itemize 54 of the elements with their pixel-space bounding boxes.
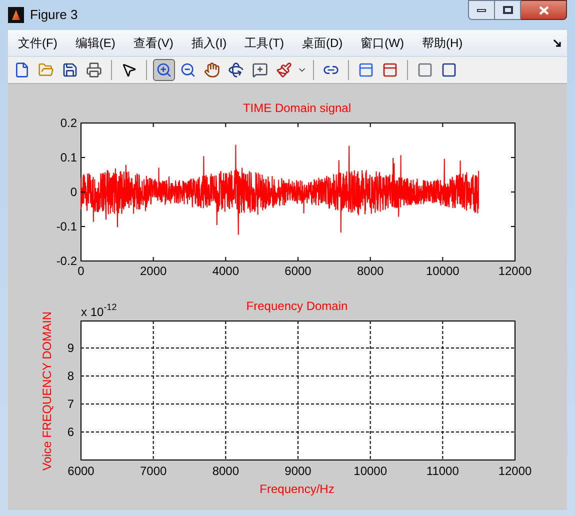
save-icon	[62, 62, 78, 78]
axis-tick-label: 2000	[140, 264, 167, 278]
axis-tick-label: 0.1	[60, 150, 77, 164]
close-icon	[538, 6, 548, 14]
square-icon	[417, 62, 433, 78]
axis-tick-label: 6	[67, 425, 74, 439]
menu-item[interactable]: 文件(F)	[14, 34, 62, 52]
plot-title: TIME Domain signal	[242, 101, 352, 115]
hand-icon	[204, 62, 220, 78]
axis-tick-label: 7	[67, 397, 74, 411]
axis-tick-label: 8	[67, 369, 74, 383]
plot-title: Frequency Domain	[246, 299, 348, 313]
menu-item[interactable]: 查看(V)	[129, 34, 178, 52]
axis-tick-label: 10000	[354, 464, 388, 478]
axis-tick-label: -0.1	[56, 220, 77, 234]
axis-tick-label: 11000	[426, 464, 459, 478]
minimize-button[interactable]	[468, 0, 495, 20]
menu-item[interactable]: 桌面(D)	[298, 34, 347, 52]
zoom-out-icon	[180, 62, 196, 78]
dock-arrow-icon[interactable]	[553, 39, 561, 47]
axis-tick-label: 0.2	[60, 116, 77, 130]
axis-tick-label: 7000	[140, 464, 167, 478]
axis-tick-label: 4000	[212, 264, 240, 278]
new-file-icon	[14, 62, 30, 78]
axis-tick-label: 8000	[356, 264, 384, 278]
menu-item[interactable]: 帮助(H)	[418, 34, 467, 52]
close-button[interactable]	[521, 0, 567, 20]
axis-label: Voice FREQUENCY DOMAIN	[40, 311, 54, 471]
menu-item[interactable]: 插入(I)	[187, 34, 231, 52]
axis-tick-label: 12000	[498, 264, 532, 278]
axis-multiplier: x 10$^{-12}$	[81, 302, 117, 319]
maximize-button[interactable]	[495, 0, 521, 20]
app-logo-icon	[8, 7, 24, 23]
menu-item[interactable]: 窗口(W)	[356, 34, 408, 52]
axis-tick-label: 9000	[284, 464, 312, 478]
axis-tick-label: 10000	[426, 264, 460, 278]
rotate-icon	[228, 62, 244, 78]
pointer-icon	[121, 62, 137, 78]
menu-item[interactable]: 编辑(E)	[71, 34, 120, 52]
axis-tick-label: -0.2	[56, 254, 77, 268]
axis-tick-label: 0	[70, 185, 77, 199]
axis-tick-label: 12000	[498, 464, 532, 478]
axis-label: Frequency/Hz	[260, 482, 334, 496]
print-icon	[86, 62, 102, 78]
menu-item[interactable]: 工具(T)	[240, 34, 288, 52]
axis-tick-label: 0	[78, 264, 84, 278]
window-title: Figure 3	[30, 6, 78, 24]
axis-tick-label: 8000	[212, 464, 240, 478]
zoom-in-icon	[156, 62, 172, 78]
brush-icon	[276, 62, 292, 78]
axis-tick-label: 9	[67, 341, 74, 355]
folder-icon	[38, 62, 54, 78]
axis-tick-label: 6000	[284, 264, 312, 278]
axis-tick-label: 6000	[68, 464, 94, 478]
